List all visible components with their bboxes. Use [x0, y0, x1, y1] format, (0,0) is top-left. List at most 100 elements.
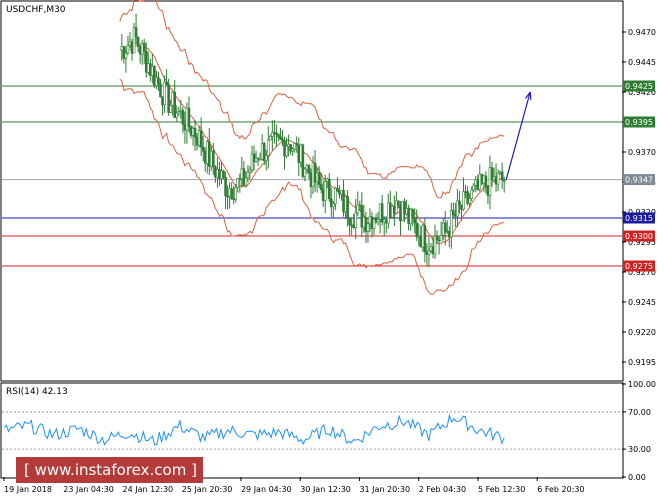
candle-body — [266, 139, 270, 157]
candle-body — [346, 196, 349, 219]
candle-body — [413, 218, 417, 224]
candle-body — [291, 148, 294, 152]
candle-body — [311, 162, 315, 188]
candle-body — [409, 208, 412, 224]
candle-body — [177, 111, 181, 114]
candle-body — [397, 200, 400, 206]
time-tick-label-4: 29 Jan 04:30 — [241, 485, 292, 494]
candle-body — [443, 222, 447, 232]
candle-body — [454, 214, 457, 217]
rsi-tick-label-2: 30.00 — [628, 445, 651, 454]
candle-body — [386, 202, 390, 224]
candle-body — [214, 166, 217, 178]
candle-body — [252, 153, 256, 162]
candle-body — [185, 107, 189, 131]
candle-body — [450, 210, 453, 238]
candle-body — [179, 109, 183, 112]
candle-body — [169, 104, 172, 113]
candle-body — [462, 191, 465, 210]
time-tick-label-8: 5 Feb 12:30 — [478, 485, 525, 494]
time-tick-label-7: 2 Feb 04:30 — [419, 485, 466, 494]
candle-body — [431, 246, 435, 255]
candle-body — [271, 132, 274, 137]
candle-body — [368, 216, 372, 225]
candle-body — [146, 63, 150, 73]
candle-body — [350, 224, 353, 227]
candle-body — [425, 251, 429, 255]
candle-body — [256, 157, 260, 160]
candle-body — [492, 176, 496, 181]
candle-body — [466, 191, 469, 204]
candle-body — [395, 200, 398, 214]
candle-body — [218, 168, 221, 179]
chart-canvas: USDCHF,M30 RSI(14) 42.13 0.9470 0.9445 0.9… — [0, 0, 664, 498]
candle-body — [500, 171, 504, 181]
candle-body — [484, 175, 488, 187]
candle-body — [488, 167, 492, 196]
price-tick-label-0: 0.9470 — [628, 28, 656, 37]
candle-body — [340, 190, 343, 195]
candle-body — [207, 141, 211, 167]
candle-body — [228, 188, 231, 197]
candle-body — [295, 143, 299, 146]
candle-body — [234, 187, 238, 200]
candle-body — [364, 217, 368, 232]
candle-body — [224, 177, 227, 197]
level-label-5: 0.9275 — [625, 262, 653, 271]
candle-body — [370, 216, 374, 229]
candle-body — [134, 27, 138, 38]
candle-body — [236, 178, 240, 188]
candle-body — [486, 185, 490, 196]
candle-body — [334, 187, 337, 204]
candle-body — [452, 210, 455, 215]
candle-body — [254, 157, 258, 162]
candle-body — [132, 27, 136, 54]
candle-body — [183, 124, 187, 131]
candle-body — [171, 91, 174, 106]
level-label-1: 0.9395 — [625, 118, 653, 127]
time-tick-label-9: 6 Feb 20:30 — [537, 485, 584, 494]
candle-body — [476, 179, 480, 190]
candle-body — [283, 140, 286, 157]
candle-body — [421, 225, 425, 248]
candle-body — [327, 178, 331, 200]
candle-body — [151, 66, 154, 76]
candle-body — [299, 144, 303, 163]
time-tick-label-2: 24 Jan 12:30 — [122, 485, 173, 494]
candle-body — [502, 179, 506, 182]
candle-body — [136, 36, 140, 47]
candle-body — [195, 136, 199, 146]
candle-body — [439, 235, 443, 242]
candle-body — [458, 200, 461, 206]
candle-body — [199, 130, 203, 148]
candle-body — [332, 203, 335, 208]
candle-body — [226, 195, 229, 198]
candle-body — [281, 138, 284, 142]
candle-body — [155, 77, 158, 87]
candle-body — [482, 175, 486, 184]
candle-body — [216, 168, 219, 178]
candle-body — [242, 168, 246, 186]
candle-body — [325, 178, 329, 182]
candle-body — [437, 239, 441, 242]
candle-body — [354, 212, 358, 228]
level-label-3: 0.9315 — [625, 214, 653, 223]
price-tick-label-10: 0.9220 — [628, 328, 656, 337]
candle-body — [128, 41, 132, 46]
time-tick-label-5: 30 Jan 12:30 — [300, 485, 351, 494]
candle-body — [144, 50, 148, 73]
candle-body — [496, 172, 500, 185]
candle-body — [303, 168, 307, 177]
candle-body — [273, 132, 276, 134]
candle-body — [374, 218, 378, 223]
candle-body — [474, 179, 478, 186]
candle-body — [399, 205, 402, 222]
candle-body — [250, 153, 254, 171]
candle-body — [378, 203, 382, 220]
candle-body — [126, 45, 130, 54]
candle-body — [277, 133, 280, 137]
candle-body — [468, 198, 471, 204]
candle-body — [366, 223, 370, 232]
candle-body — [122, 46, 126, 59]
candle-body — [360, 205, 364, 228]
